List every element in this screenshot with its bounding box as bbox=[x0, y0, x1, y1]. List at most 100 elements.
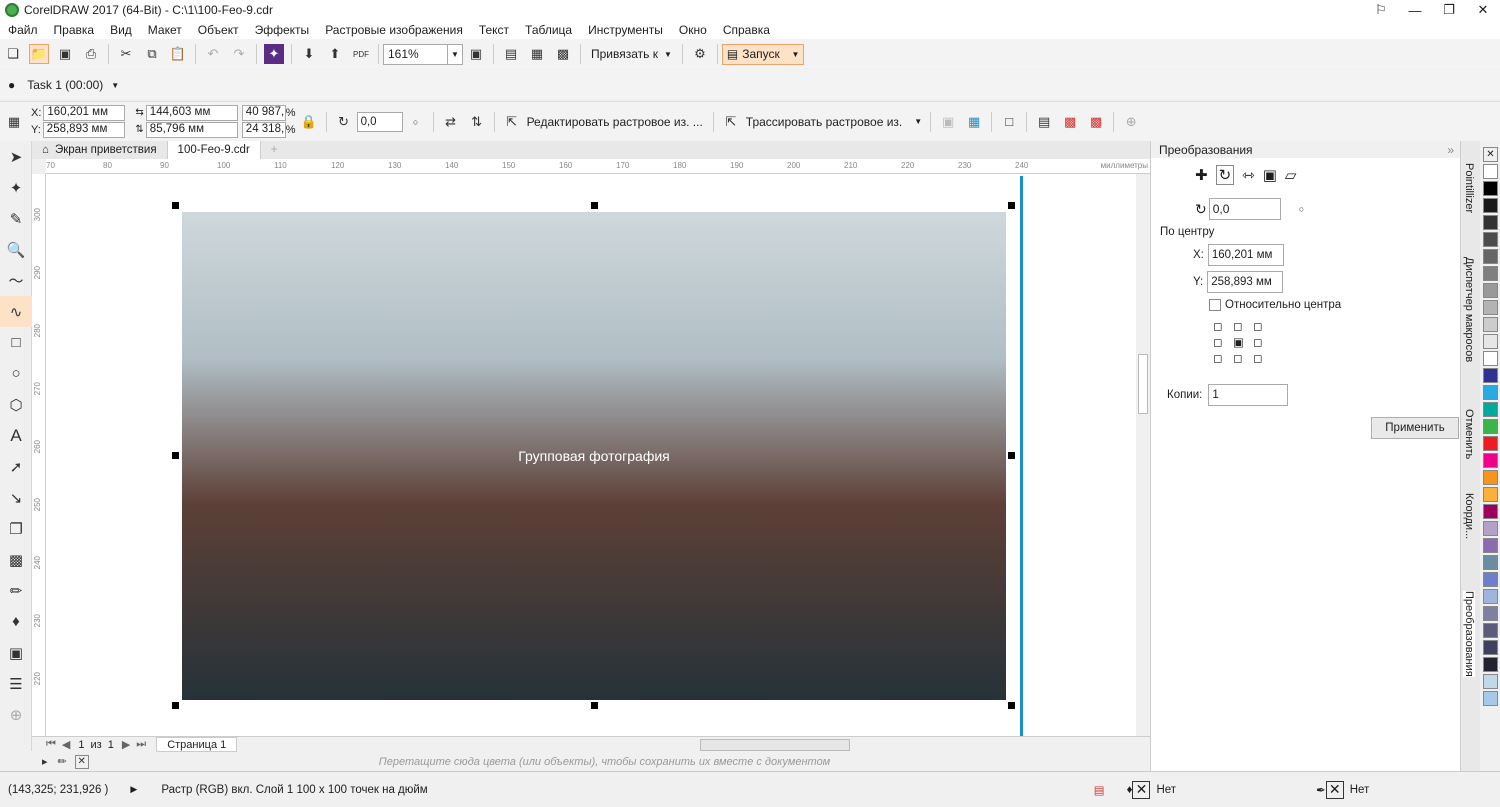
apply-button[interactable]: Применить bbox=[1371, 417, 1459, 439]
full-screen-icon[interactable]: ▣ bbox=[466, 44, 486, 64]
horizontal-ruler[interactable]: 70 80 90 100 110 120 130 140 150 160 170 180 190 200 2… bbox=[46, 159, 1150, 174]
menu-item[interactable]: Правка bbox=[46, 23, 103, 37]
grid-icon[interactable]: ▦ bbox=[527, 44, 547, 64]
chevron-down-icon[interactable]: ▼ bbox=[111, 81, 119, 90]
color-swatch[interactable] bbox=[1483, 249, 1498, 264]
bitmap-photo[interactable]: Групповая фотография bbox=[182, 212, 1006, 700]
horizontal-scrollbar[interactable] bbox=[700, 738, 850, 751]
position-mode-icon[interactable]: ✚ bbox=[1195, 166, 1208, 184]
open-folder-icon[interactable]: 📁 bbox=[29, 44, 49, 64]
last-page-icon[interactable]: ⏭ bbox=[136, 738, 146, 751]
color-swatch[interactable] bbox=[1483, 215, 1498, 230]
height-input[interactable]: 85,796 мм bbox=[145, 122, 238, 138]
pick-tool-icon[interactable]: ➤ bbox=[0, 141, 32, 172]
color-swatch[interactable] bbox=[1483, 691, 1498, 706]
color-swatch[interactable] bbox=[1483, 453, 1498, 468]
lock-ratio-icon[interactable]: 🔒 bbox=[299, 112, 319, 132]
color-swatch[interactable] bbox=[1483, 572, 1498, 587]
vertical-ruler[interactable]: 300 290 280 270 260 250 240 230 220 bbox=[32, 174, 46, 736]
add-tool-icon[interactable]: ⊕ bbox=[0, 699, 32, 730]
copies-input[interactable]: 1 bbox=[1208, 384, 1289, 406]
menu-item[interactable]: Справка bbox=[715, 23, 778, 37]
color-swatch[interactable] bbox=[1483, 589, 1498, 604]
color-swatch[interactable] bbox=[1483, 266, 1498, 281]
color-swatch[interactable] bbox=[1483, 402, 1498, 417]
scroll-thumb[interactable] bbox=[1138, 354, 1148, 414]
pointillizer-tool-icon[interactable]: ☰ bbox=[0, 668, 32, 699]
zoom-tool-icon[interactable]: 🔍 bbox=[0, 234, 32, 265]
new-document-icon[interactable]: ❏ bbox=[3, 44, 23, 64]
close-button[interactable]: ✕ bbox=[1466, 0, 1500, 20]
menu-item[interactable]: Окно bbox=[671, 23, 715, 37]
color-swatch[interactable] bbox=[1483, 300, 1498, 315]
size-mode-icon[interactable]: ▣ bbox=[1263, 166, 1277, 184]
rotation-input[interactable]: 0,0 bbox=[1208, 198, 1281, 220]
edit-bitmap-button[interactable]: Редактировать растровое из. ... bbox=[527, 115, 703, 129]
width-input[interactable]: 144,603 мм bbox=[145, 105, 238, 121]
add-icon[interactable]: ⊕ bbox=[1121, 112, 1141, 132]
text-wrap-icon[interactable]: ▤ bbox=[1034, 112, 1054, 132]
rulers-icon[interactable]: ▤ bbox=[501, 44, 521, 64]
color-swatch[interactable] bbox=[1483, 504, 1498, 519]
scale-y-input[interactable]: 24 318, bbox=[241, 122, 286, 138]
scale-x-input[interactable]: 40 987, bbox=[241, 105, 286, 121]
anchor-point[interactable]: ◻ bbox=[1233, 319, 1251, 333]
color-proof-icon[interactable]: ▤ bbox=[1094, 783, 1105, 797]
freehand-tool-icon[interactable]: 〜 bbox=[0, 265, 32, 296]
prev-page-icon[interactable]: ◀ bbox=[62, 738, 70, 751]
rectangle-tool-icon[interactable]: □ bbox=[0, 327, 32, 358]
drop-shadow-icon[interactable]: ❐ bbox=[0, 513, 32, 544]
text-tool-icon[interactable]: A bbox=[0, 420, 32, 451]
anchor-point[interactable]: ◻ bbox=[1213, 351, 1231, 365]
copy-icon[interactable]: ⧉ bbox=[142, 44, 162, 64]
eyedropper-icon[interactable]: ✏ bbox=[58, 755, 67, 768]
color-swatch[interactable] bbox=[1483, 674, 1498, 689]
color-swatch[interactable] bbox=[1483, 351, 1498, 366]
toggle-icon[interactable]: ● bbox=[8, 78, 15, 92]
menu-item[interactable]: Вид bbox=[102, 23, 140, 37]
crop-tool-icon[interactable]: ✎ bbox=[0, 203, 32, 234]
tab-macro-manager[interactable]: Диспетчер макросов bbox=[1463, 257, 1475, 362]
selection-handle[interactable] bbox=[172, 452, 179, 459]
color-swatch[interactable] bbox=[1483, 181, 1498, 196]
document-palette[interactable]: ▸ ✏ ✕ Перетащите сюда цвета (или объекты… bbox=[32, 752, 1150, 771]
print-icon[interactable]: ⎙ bbox=[81, 44, 101, 64]
tab-document[interactable]: 100-Feo-9.cdr bbox=[166, 141, 261, 159]
front-of-layer-icon[interactable]: ▩ bbox=[1060, 112, 1080, 132]
reference-point-icon[interactable]: ▦ bbox=[4, 112, 24, 132]
trace-bitmap-icon[interactable]: ⇱ bbox=[721, 112, 741, 132]
menu-item[interactable]: Эффекты bbox=[247, 23, 318, 37]
tab-welcome[interactable]: ⌂ Экран приветствия bbox=[32, 141, 167, 159]
anchor-point[interactable]: ◻ bbox=[1233, 351, 1251, 365]
artistic-media-icon[interactable]: ∿ bbox=[0, 296, 32, 327]
polygon-tool-icon[interactable]: ⬡ bbox=[0, 389, 32, 420]
relative-center-checkbox[interactable] bbox=[1209, 299, 1221, 311]
menu-item[interactable]: Инструменты bbox=[580, 23, 671, 37]
task-label[interactable]: Task 1 (00:00) bbox=[27, 78, 103, 92]
color-swatch[interactable] bbox=[1483, 419, 1498, 434]
paste-icon[interactable]: 📋 bbox=[168, 44, 188, 64]
menu-item[interactable]: Текст bbox=[471, 23, 517, 37]
transparency-tool-icon[interactable]: ▩ bbox=[0, 544, 32, 575]
chevron-down-icon[interactable]: ▼ bbox=[914, 117, 922, 126]
center-x-input[interactable]: 160,201 мм bbox=[1207, 244, 1284, 266]
mirror-vertical-icon[interactable]: ⇅ bbox=[467, 112, 487, 132]
launch-dropdown[interactable]: ▤ Запуск ▼ bbox=[721, 43, 804, 65]
selection-handle[interactable] bbox=[591, 202, 598, 209]
palette-menu-icon[interactable]: ▸ bbox=[42, 755, 48, 768]
collapse-icon[interactable]: » bbox=[1447, 143, 1454, 157]
color-swatch[interactable] bbox=[1483, 198, 1498, 213]
tab-pointillizer[interactable]: Pointillizer bbox=[1463, 163, 1475, 213]
connector-tool-icon[interactable]: ↘ bbox=[0, 482, 32, 513]
shape-tool-icon[interactable]: ✦ bbox=[0, 172, 32, 203]
pdf-icon[interactable]: PDF bbox=[351, 44, 371, 64]
tab-page-1[interactable]: Страница 1 bbox=[156, 737, 238, 752]
mirror-horizontal-icon[interactable]: ⇄ bbox=[441, 112, 461, 132]
menu-item[interactable]: Макет bbox=[140, 23, 190, 37]
color-swatch[interactable] bbox=[1483, 555, 1498, 570]
first-page-icon[interactable]: ⏮ bbox=[46, 738, 56, 751]
selection-handle[interactable] bbox=[172, 202, 179, 209]
vertical-scrollbar[interactable] bbox=[1136, 174, 1150, 736]
color-swatch[interactable] bbox=[1483, 623, 1498, 638]
color-swatch[interactable] bbox=[1483, 385, 1498, 400]
